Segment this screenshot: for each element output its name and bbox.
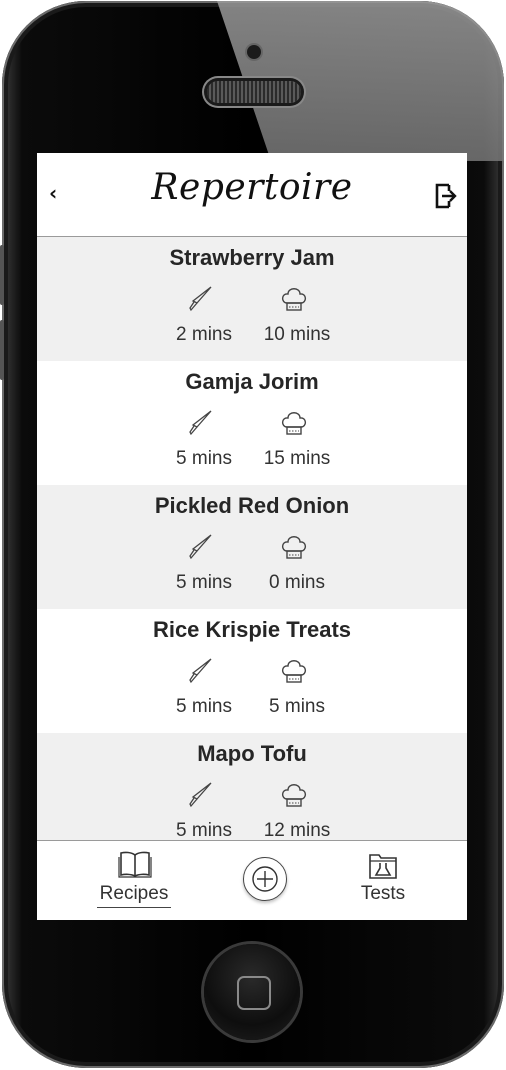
cook-time: 10 mins: [263, 324, 331, 345]
home-button[interactable]: [204, 944, 300, 1040]
home-square-icon: [237, 976, 271, 1010]
list-item[interactable]: Mapo Tofu 5 mins 12 mins: [37, 733, 467, 840]
volume-up-button[interactable]: [0, 245, 4, 305]
recipe-name: Rice Krispie Treats: [152, 617, 352, 642]
knife-icon: [189, 534, 212, 560]
front-camera: [247, 45, 261, 59]
list-item[interactable]: Gamja Jorim 5 mins 15 mins: [37, 361, 467, 485]
flask-folder-icon: [369, 854, 397, 879]
chef-hat-icon: [281, 412, 307, 435]
knife-icon: [189, 782, 212, 808]
cook-time: 12 mins: [263, 820, 331, 840]
book-icon: [118, 851, 152, 878]
recipe-name: Gamja Jorim: [185, 369, 319, 394]
chef-hat-icon: [281, 288, 307, 311]
prep-time: 5 mins: [176, 696, 232, 717]
app-screen: ‹ Repertoire Strawberry Jam 2 mins 10 mi…: [37, 153, 467, 920]
earpiece-speaker: [207, 81, 301, 103]
knife-icon: [189, 658, 212, 684]
bottom-nav: Recipes Tests: [37, 840, 467, 920]
knife-icon: [189, 410, 212, 436]
chef-hat-icon: [281, 660, 307, 683]
top-bar: ‹ Repertoire: [37, 153, 467, 237]
logout-button[interactable]: [435, 183, 457, 209]
cook-time: 5 mins: [269, 696, 325, 717]
prep-time: 5 mins: [176, 448, 232, 469]
chef-hat-icon: [281, 784, 307, 807]
recipe-name: Mapo Tofu: [197, 741, 307, 766]
prep-time: 2 mins: [176, 324, 232, 345]
recipe-list[interactable]: Strawberry Jam 2 mins 10 mins Gamja Jori…: [37, 237, 467, 840]
chevron-left-icon: ‹: [49, 181, 58, 205]
cook-time: 0 mins: [269, 572, 325, 593]
cook-time: 15 mins: [263, 448, 331, 469]
prep-time: 5 mins: [176, 572, 232, 593]
list-item[interactable]: Rice Krispie Treats 5 mins 5 mins: [37, 609, 467, 733]
chef-hat-icon: [281, 536, 307, 559]
recipe-name: Strawberry Jam: [169, 245, 335, 270]
prep-time: 5 mins: [176, 820, 232, 840]
app-title: Repertoire: [151, 167, 353, 208]
tab-tests-label: Tests: [360, 883, 406, 904]
back-button[interactable]: ‹: [49, 181, 69, 207]
volume-down-button[interactable]: [0, 320, 4, 380]
add-recipe-button[interactable]: [243, 857, 287, 901]
logout-icon: [435, 183, 457, 209]
tab-recipes-label: Recipes: [97, 883, 171, 908]
recipe-name: Pickled Red Onion: [154, 493, 350, 518]
list-item[interactable]: Strawberry Jam 2 mins 10 mins: [37, 237, 467, 361]
plus-circle-icon: [252, 866, 278, 892]
knife-icon: [189, 286, 212, 312]
list-item[interactable]: Pickled Red Onion 5 mins 0 mins: [37, 485, 467, 609]
